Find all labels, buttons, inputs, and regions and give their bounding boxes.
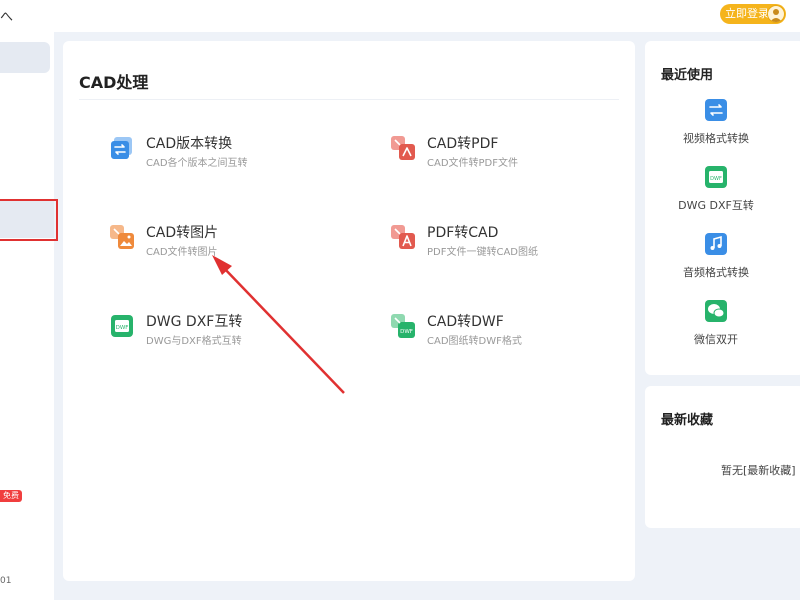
- tool-name: CAD版本转换: [146, 136, 233, 152]
- tool-desc: PDF文件一键转CAD图纸: [427, 247, 539, 258]
- top-left-glyph: へ: [0, 10, 14, 25]
- divider: [79, 99, 619, 100]
- cad-to-pdf-icon: [390, 135, 416, 161]
- login-button[interactable]: 立即登录: [720, 4, 786, 24]
- svg-text:DWF: DWF: [400, 329, 413, 335]
- page-title: CAD处理: [79, 73, 149, 92]
- tool-pdf-to-cad[interactable]: PDF转CAD PDF文件一键转CAD图纸: [390, 222, 620, 262]
- favorites-title: 最新收藏: [661, 413, 714, 428]
- audio-convert-icon: [705, 233, 727, 255]
- video-convert-icon: [705, 99, 727, 121]
- dwg-dxf-convert-icon: DWF: [705, 166, 727, 188]
- cad-to-image-icon: [109, 224, 135, 250]
- tool-name: CAD转DWF: [427, 314, 504, 330]
- recent-label: 微信双开: [694, 333, 738, 346]
- recent-item-dwg-dxf[interactable]: DWF DWG DXF互转: [645, 166, 785, 222]
- favorites-empty-text: 暂无[最新收藏]: [721, 464, 796, 477]
- cad-to-dwf-icon: DWF: [390, 313, 416, 339]
- svg-text:DWF: DWF: [710, 176, 722, 182]
- cad-panel: CAD处理 CAD版本转换 CAD各个版本之间互转 CAD转PDF CAD文件转…: [63, 41, 635, 581]
- sidebar-item-top[interactable]: [0, 42, 50, 73]
- tool-desc: CAD图纸转DWF格式: [427, 336, 522, 347]
- favorites-panel: 最新收藏 暂无[最新收藏]: [645, 386, 800, 528]
- top-bar: へ 立即登录: [0, 0, 800, 32]
- tool-desc: DWG与DXF格式互转: [146, 336, 242, 347]
- tool-desc: CAD文件转图片: [146, 247, 218, 258]
- tool-dwg-dxf-convert[interactable]: DWF DWG DXF互转 DWG与DXF格式互转: [109, 311, 339, 351]
- recent-label: 视频格式转换: [683, 132, 749, 145]
- tool-cad-version-convert[interactable]: CAD版本转换 CAD各个版本之间互转: [109, 133, 339, 173]
- tool-cad-to-image[interactable]: CAD转图片 CAD文件转图片: [109, 222, 339, 262]
- recent-label: DWG DXF互转: [678, 199, 754, 212]
- dwg-dxf-convert-icon: DWF: [109, 313, 135, 339]
- recent-item-video-convert[interactable]: 视频格式转换: [645, 99, 785, 155]
- login-label: 立即登录: [725, 7, 769, 20]
- tool-name: CAD转PDF: [427, 136, 499, 152]
- wechat-icon: [705, 300, 727, 322]
- version-text: 01: [0, 576, 12, 586]
- recent-label: 音频格式转换: [683, 266, 749, 279]
- tool-desc: CAD文件转PDF文件: [427, 158, 519, 169]
- tool-cad-to-pdf[interactable]: CAD转PDF CAD文件转PDF文件: [390, 133, 620, 173]
- recent-title: 最近使用: [661, 68, 714, 83]
- user-avatar-icon: [767, 5, 785, 23]
- tool-name: CAD转图片: [146, 225, 219, 241]
- tool-cad-to-dwf[interactable]: DWF CAD转DWF CAD图纸转DWF格式: [390, 311, 620, 351]
- tool-desc: CAD各个版本之间互转: [146, 158, 248, 169]
- svg-text:DWF: DWF: [116, 325, 129, 331]
- cad-version-convert-icon: [109, 135, 135, 161]
- sidebar: 免费 01: [0, 32, 58, 600]
- recent-panel: 最近使用 视频格式转换 DWF DWG DXF互转 音频格式转换 微信双开: [645, 41, 800, 375]
- tool-name: PDF转CAD: [427, 225, 499, 241]
- pdf-to-cad-icon: [390, 224, 416, 250]
- recent-item-audio-convert[interactable]: 音频格式转换: [645, 233, 785, 289]
- tool-name: DWG DXF互转: [146, 314, 243, 330]
- annotation-red-frame: [0, 199, 58, 241]
- free-badge: 免费: [0, 490, 22, 502]
- recent-item-wechat[interactable]: 微信双开: [645, 300, 785, 356]
